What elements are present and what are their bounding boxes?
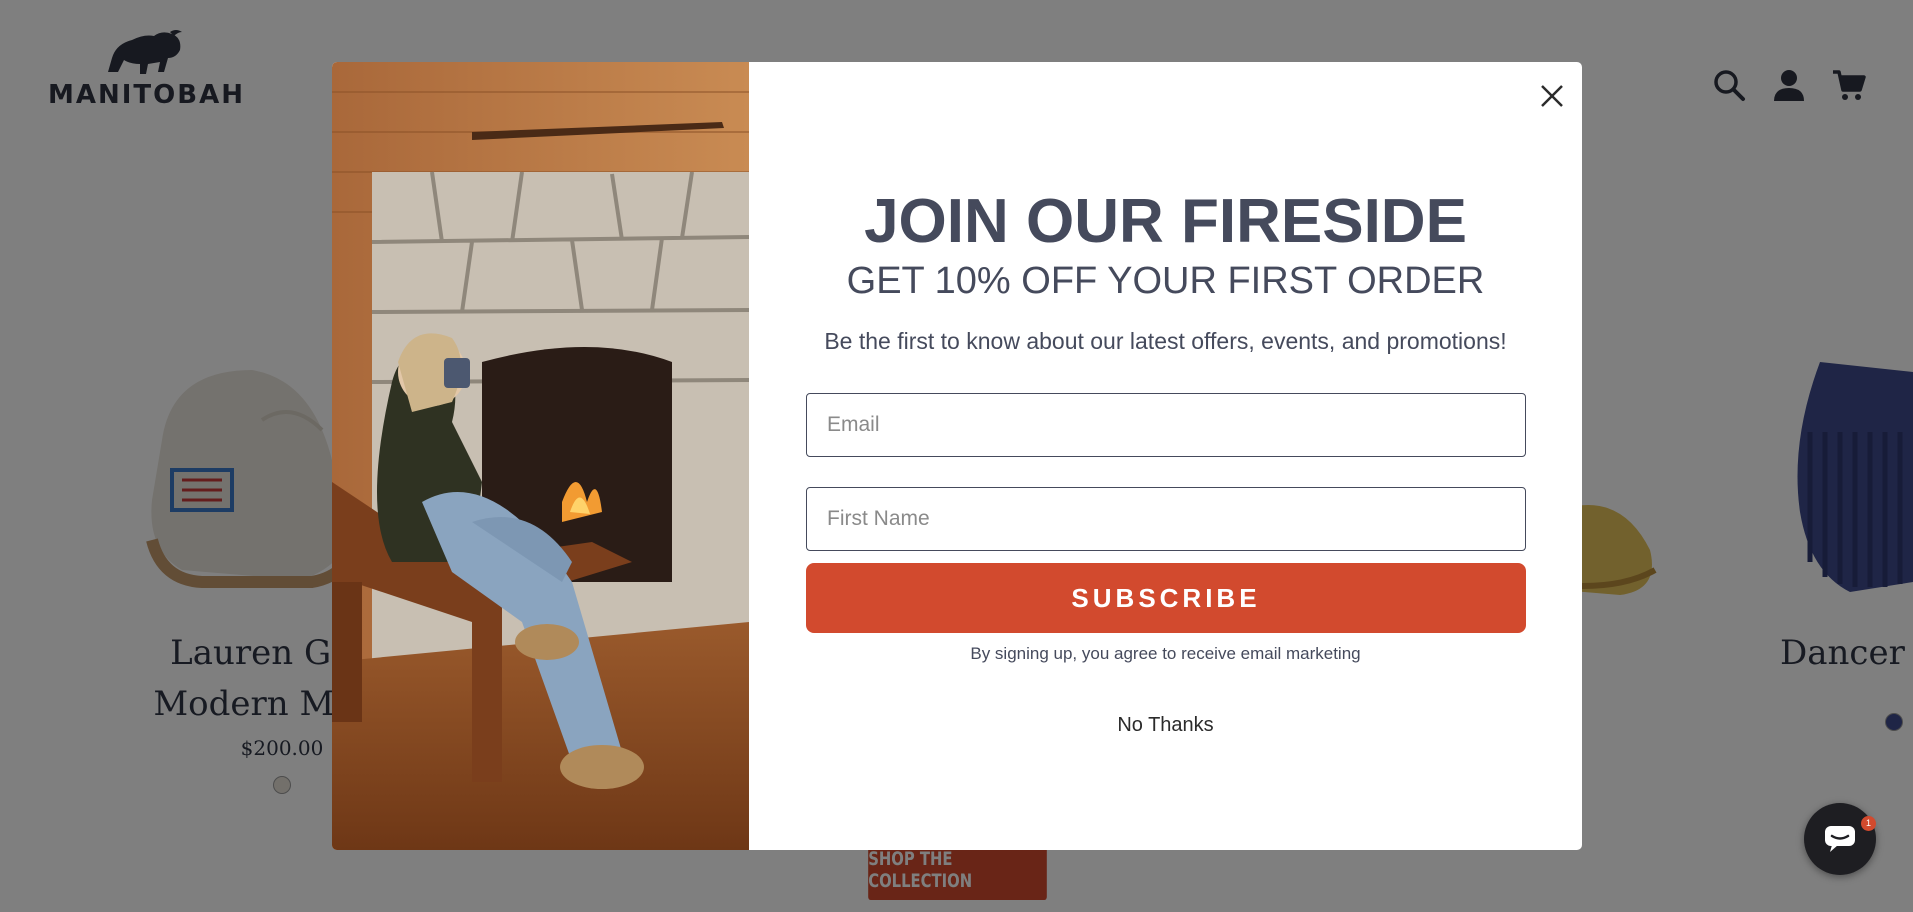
modal-content: JOIN OUR FIRESIDE GET 10% OFF YOUR FIRST… xyxy=(749,62,1582,850)
modal-description: Be the first to know about our latest of… xyxy=(824,328,1507,354)
chat-icon xyxy=(1825,826,1855,852)
subscribe-button[interactable]: SUBSCRIBE xyxy=(806,563,1526,633)
chat-button[interactable]: 1 xyxy=(1804,803,1876,875)
notification-badge: 1 xyxy=(1861,816,1876,831)
first-name-field[interactable] xyxy=(806,487,1526,551)
email-field[interactable] xyxy=(806,393,1526,457)
modal-headline: JOIN OUR FIRESIDE xyxy=(864,187,1467,256)
fireside-photo xyxy=(332,62,749,850)
no-thanks-link[interactable]: No Thanks xyxy=(749,714,1582,737)
consent-text: By signing up, you agree to receive emai… xyxy=(970,644,1361,663)
modal-subheadline: GET 10% OFF YOUR FIRST ORDER xyxy=(846,260,1485,302)
newsletter-modal: JOIN OUR FIRESIDE GET 10% OFF YOUR FIRST… xyxy=(332,62,1582,850)
